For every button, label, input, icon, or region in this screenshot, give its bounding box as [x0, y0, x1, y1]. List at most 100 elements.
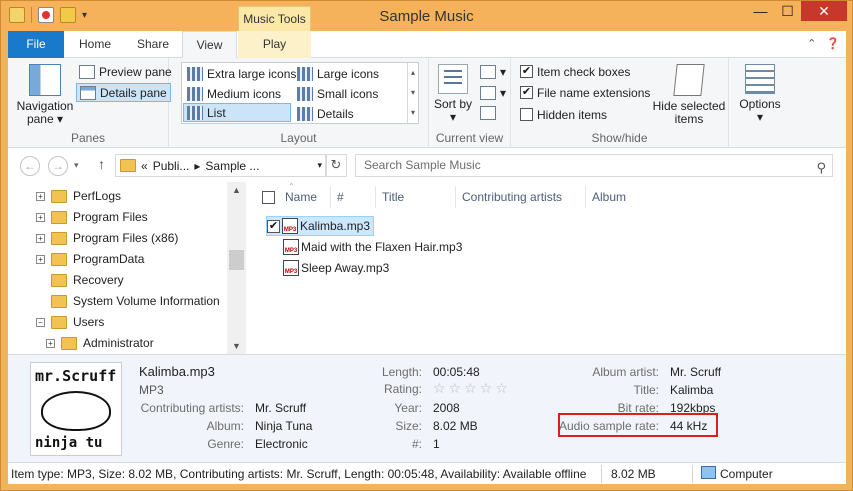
hide-selected-items-icon [673, 64, 705, 96]
nav-pane-scrollbar[interactable]: ▲ ▼ [227, 182, 246, 354]
expand-gallery-icon[interactable]: ▾ [408, 103, 418, 123]
tree-item[interactable]: + PerfLogs [36, 186, 121, 206]
select-all-checkbox[interactable] [262, 191, 275, 204]
chevron-right-icon[interactable]: ▸ [194, 159, 200, 173]
help-icon[interactable]: ❓ [826, 37, 840, 50]
layout-small-icons[interactable]: Small icons [294, 84, 381, 103]
refresh-button[interactable]: ↻ [325, 154, 347, 177]
expand-icon[interactable]: + [46, 338, 55, 348]
tree-item[interactable]: + Program Files [36, 207, 148, 227]
options-button[interactable]: Options ▾ [735, 64, 785, 124]
chevron-down-icon[interactable]: ▾ [317, 160, 322, 171]
tab-play[interactable]: Play [238, 31, 311, 58]
new-folder-icon[interactable] [60, 7, 76, 23]
item-check-boxes-toggle[interactable]: ✔ Item check boxes [517, 62, 633, 81]
tree-item[interactable]: + Administrator [46, 333, 154, 353]
tab-share[interactable]: Share [124, 31, 182, 58]
minimize-ribbon-icon[interactable]: ⌃ [807, 37, 816, 50]
layout-item-label: Medium icons [207, 86, 282, 101]
scrollbar-thumb[interactable] [229, 250, 244, 270]
tree-item[interactable]: Recovery [36, 270, 124, 290]
layout-details[interactable]: Details [294, 104, 357, 123]
column-contributing-artists[interactable]: Contributing artists [456, 186, 586, 208]
checkbox-checked-icon[interactable]: ✔ [267, 219, 280, 233]
expand-icon[interactable]: + [36, 212, 45, 222]
layout-item-label: Details [317, 106, 354, 121]
file-name: Sleep Away.mp3 [301, 261, 390, 275]
options-label: Options [739, 97, 781, 111]
forward-button[interactable]: → [48, 156, 68, 176]
file-item[interactable]: ✔ MP3 Kalimba.mp3 [266, 216, 375, 236]
expand-icon[interactable]: + [36, 254, 45, 264]
title-bar: ▾ Music Tools Sample Music — ☐ ✕ [1, 1, 852, 31]
folder-icon [51, 189, 67, 203]
column-number[interactable]: # [331, 186, 376, 208]
expand-icon[interactable]: + [36, 191, 45, 201]
close-button[interactable]: ✕ [801, 1, 847, 21]
up-button[interactable]: ↑ [98, 156, 105, 172]
search-icon[interactable]: ⚲ [816, 157, 826, 178]
expand-icon[interactable]: + [36, 233, 45, 243]
undo-properties-icon[interactable] [38, 7, 54, 23]
size-columns-button[interactable] [477, 103, 499, 122]
quick-access-toolbar: ▾ [9, 7, 87, 23]
tree-item[interactable]: + Program Files (x86) [36, 228, 178, 248]
tree-item-label: Users [73, 315, 105, 329]
layout-gallery-scroll[interactable]: ▴ ▾ ▾ [407, 63, 418, 123]
breadcrumb-segment-public[interactable]: Publi... [153, 159, 190, 173]
tree-item[interactable]: + ProgramData [36, 249, 144, 269]
details-pane-button[interactable]: Details pane [76, 83, 171, 102]
status-separator [692, 465, 693, 483]
chevron-down-icon[interactable]: ▾ [408, 83, 418, 103]
add-columns-button[interactable]: ▾ [477, 83, 509, 102]
navigation-pane-button[interactable]: Navigation pane ▾ [14, 64, 76, 126]
layout-list[interactable]: List [183, 103, 291, 122]
options-icon [745, 64, 775, 94]
preview-pane-label: Preview pane [99, 64, 172, 79]
recent-locations-icon[interactable]: ▾ [74, 160, 79, 171]
layout-item-label: Extra large icons [207, 66, 297, 81]
preview-pane-button[interactable]: Preview pane [76, 62, 175, 81]
sort-by-icon [438, 64, 468, 94]
layout-medium-icons[interactable]: Medium icons [184, 84, 284, 103]
tree-item[interactable]: − Users [36, 312, 104, 332]
layout-large-icons[interactable]: Large icons [294, 64, 382, 83]
group-options: Options ▾ [729, 58, 789, 148]
back-button[interactable]: ← [20, 156, 40, 176]
column-album[interactable]: Album [586, 186, 656, 208]
sort-by-button[interactable]: Sort by ▾ [433, 64, 473, 124]
hide-selected-items-button[interactable]: Hide selected items [651, 64, 727, 126]
file-item[interactable]: MP3 Maid with the Flaxen Hair.mp3 [283, 237, 462, 257]
checkbox-checked-icon: ✔ [520, 86, 533, 99]
properties-icon[interactable] [9, 7, 25, 23]
prop-value[interactable]: Kalimba [670, 383, 713, 397]
maximize-button[interactable]: ☐ [774, 1, 801, 21]
search-input[interactable]: Search Sample Music ⚲ [355, 154, 833, 177]
extra-large-icons-icon [187, 66, 203, 81]
file-name-extensions-toggle[interactable]: ✔ File name extensions [517, 83, 653, 102]
tree-item[interactable]: System Volume Information [36, 291, 220, 311]
minimize-button[interactable]: — [747, 1, 774, 21]
address-input[interactable]: « Publi... ▸ Sample ... ▾ [115, 154, 327, 177]
file-item[interactable]: MP3 Sleep Away.mp3 [283, 258, 389, 278]
breadcrumb-overflow[interactable]: « [141, 159, 148, 173]
group-by-button[interactable]: ▾ [477, 62, 509, 81]
prop-label: Album artist: [592, 365, 659, 379]
column-name[interactable]: Name [279, 186, 331, 208]
layout-extra-large-icons[interactable]: Extra large icons [184, 64, 299, 83]
tab-view[interactable]: View [182, 31, 237, 59]
details-pane-icon [80, 85, 96, 100]
prop-value[interactable]: 1 [433, 437, 440, 451]
chevron-up-icon[interactable]: ▴ [408, 63, 418, 83]
tab-home[interactable]: Home [66, 31, 124, 58]
chevron-up-icon[interactable]: ▲ [227, 182, 246, 198]
chevron-down-icon[interactable]: ▼ [227, 338, 246, 354]
column-title[interactable]: Title [376, 186, 456, 208]
hidden-items-toggle[interactable]: Hidden items [517, 105, 610, 124]
prop-value[interactable]: Mr. Scruff [670, 365, 721, 379]
medium-icons-icon [187, 86, 203, 101]
collapse-icon[interactable]: − [36, 317, 45, 327]
qat-dropdown-icon[interactable]: ▾ [82, 10, 87, 21]
breadcrumb-segment-sample[interactable]: Sample ... [205, 159, 259, 173]
tab-file[interactable]: File [8, 31, 64, 58]
